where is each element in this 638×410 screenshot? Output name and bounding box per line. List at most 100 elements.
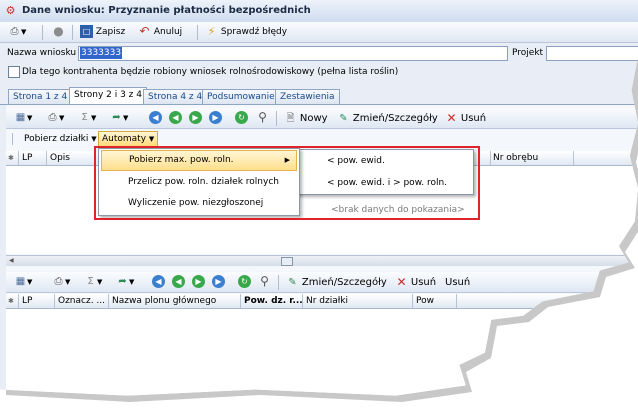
previous-record-icon: ◀ bbox=[169, 111, 182, 124]
grid-options-dropdown[interactable]: ▦ ▼ bbox=[12, 274, 34, 291]
search-button[interactable]: ⚲ bbox=[254, 110, 271, 127]
previous-record-icon: ◀ bbox=[172, 275, 185, 288]
delete-button[interactable]: ✕ Usuń bbox=[443, 110, 488, 127]
name-input[interactable]: 3333333 bbox=[78, 46, 508, 61]
first-record-button[interactable]: ◀ bbox=[147, 110, 164, 127]
delete-button[interactable]: ✕ Usuń bbox=[393, 274, 438, 291]
check-errors-button-label: Sprawdź błędy bbox=[220, 27, 288, 37]
grid-options-dropdown[interactable]: ▦ ▼ bbox=[12, 110, 34, 127]
floppy-disk-icon: □ bbox=[80, 25, 93, 38]
delete-button-label: Usuń bbox=[445, 277, 471, 288]
next-record-button[interactable]: ▶ bbox=[190, 274, 207, 291]
delete-button-label: Usuń bbox=[460, 113, 487, 124]
printer-icon: ⎙ bbox=[48, 112, 57, 123]
export-dropdown-button[interactable]: ➦ ▼ bbox=[108, 110, 130, 127]
next-record-button[interactable]: ▶ bbox=[187, 110, 204, 127]
first-record-icon: ◀ bbox=[149, 111, 162, 124]
check-errors-button[interactable]: ⚡ Sprawdź błędy bbox=[203, 24, 289, 41]
tab-strona-1[interactable]: Strona 1 z 4 bbox=[8, 89, 73, 105]
search-icon: ⚲ bbox=[258, 110, 267, 124]
column-header-nazwa-plonu[interactable]: Nazwa plonu głównego bbox=[109, 294, 241, 308]
export-icon: ➦ bbox=[112, 112, 121, 123]
refresh-button[interactable]: ↻ bbox=[233, 110, 250, 127]
dropdown-arrow-icon: ▼ bbox=[65, 278, 71, 286]
grid-options-icon: ▦ bbox=[15, 276, 26, 287]
printer-icon: ⎙ bbox=[54, 276, 63, 287]
window-title: Dane wniosku: Przyznanie płatności bezpo… bbox=[22, 5, 311, 16]
grid-options-icon: ▦ bbox=[15, 112, 26, 123]
fetch-plots-dropdown[interactable]: Pobierz działki ▼ bbox=[22, 131, 99, 148]
dropdown-arrow-icon: ▼ bbox=[27, 114, 33, 122]
save-button-label: Zapisz bbox=[95, 27, 126, 37]
dropdown-arrow-icon: ▼ bbox=[148, 135, 155, 143]
sum-dropdown-button[interactable]: Σ ▼ bbox=[82, 274, 104, 291]
print-dropdown-button[interactable]: ⎙ ▼ bbox=[6, 24, 28, 41]
scroll-left-arrow-icon[interactable]: ◀ bbox=[9, 257, 14, 264]
column-header-pow[interactable]: Pow bbox=[413, 294, 457, 308]
new-button[interactable]: 🗎 Nowy bbox=[282, 110, 330, 127]
dropdown-arrow-icon: ▼ bbox=[27, 278, 33, 286]
checkbox[interactable] bbox=[8, 66, 20, 78]
tab-label: Podsumowanie bbox=[207, 92, 275, 102]
column-header-nr-obrebu[interactable]: Nr obrębu bbox=[490, 151, 574, 165]
project-label: Projekt bbox=[512, 48, 544, 58]
search-button[interactable]: ⚲ bbox=[256, 274, 273, 291]
column-header-lp[interactable]: LP bbox=[19, 151, 47, 165]
last-record-button[interactable]: ▶ bbox=[207, 110, 224, 127]
lightning-icon: ⚡ bbox=[207, 25, 216, 38]
edit-details-button[interactable]: ✎ Zmień/Szczegóły bbox=[335, 110, 440, 127]
sigma-icon: Σ bbox=[81, 112, 88, 123]
toolbar-separator bbox=[197, 25, 198, 40]
previous-record-button[interactable]: ◀ bbox=[170, 274, 187, 291]
row-selector-icon: ✱ bbox=[6, 151, 19, 165]
circle-icon: ● bbox=[53, 24, 64, 38]
dropdown-arrow-icon: ▼ bbox=[129, 278, 135, 286]
delete-x-icon: ✕ bbox=[446, 111, 457, 125]
refresh-button[interactable]: ↻ bbox=[236, 274, 253, 291]
tab-podsumowanie[interactable]: Podsumowanie bbox=[202, 89, 280, 105]
edit-details-label: Zmień/Szczegóły bbox=[301, 277, 387, 288]
column-header-pow-dz[interactable]: Pow. dz. r... bbox=[241, 294, 303, 308]
first-record-button[interactable]: ◀ bbox=[150, 274, 167, 291]
highlight-frame bbox=[94, 146, 480, 220]
export-dropdown-button[interactable]: ➦ ▼ bbox=[114, 274, 136, 291]
delete-button-label: Usuń bbox=[410, 277, 437, 288]
next-record-icon: ▶ bbox=[189, 111, 202, 124]
tab-strona-4[interactable]: Strona 4 z 4 bbox=[143, 89, 208, 105]
dropdown-arrow-icon: ▼ bbox=[91, 135, 97, 143]
sum-dropdown-button[interactable]: Σ ▼ bbox=[76, 110, 98, 127]
scrollbar-thumb[interactable] bbox=[281, 257, 293, 266]
print-dropdown-button[interactable]: ⎙ ▼ bbox=[50, 274, 72, 291]
sigma-icon: Σ bbox=[87, 276, 94, 287]
last-record-button[interactable]: ▶ bbox=[210, 274, 227, 291]
print-dropdown-button[interactable]: ⎙ ▼ bbox=[44, 110, 66, 127]
project-input[interactable] bbox=[546, 46, 638, 61]
column-header-nr-dzialki[interactable]: Nr działki bbox=[303, 294, 413, 308]
tab-label: Strona 1 z 4 bbox=[13, 92, 68, 102]
edit-details-button[interactable]: ✎ Zmień/Szczegóły bbox=[284, 274, 389, 291]
last-record-icon: ▶ bbox=[212, 275, 225, 288]
tab-strony-2-3[interactable]: Strony 2 i 3 z 4 bbox=[69, 87, 147, 105]
row-selector-icon: ✱ bbox=[6, 294, 19, 308]
horizontal-scrollbar[interactable]: ◀ bbox=[6, 255, 638, 266]
next-record-icon: ▶ bbox=[192, 275, 205, 288]
fetch-plots-label: Pobierz działki bbox=[24, 134, 89, 144]
toolbar-separator bbox=[12, 133, 13, 145]
new-button-label: Nowy bbox=[299, 113, 328, 124]
app-icon: ⚙ bbox=[5, 4, 16, 17]
cancel-button[interactable]: ↶ Anuluj bbox=[136, 24, 184, 41]
export-icon: ➦ bbox=[118, 276, 127, 287]
previous-record-button[interactable]: ◀ bbox=[167, 110, 184, 127]
save-button[interactable]: □ Zapisz bbox=[78, 24, 127, 41]
column-header-oznaczenie[interactable]: Oznacz. ... bbox=[55, 294, 109, 308]
delete-button-secondary[interactable]: Usuń bbox=[443, 274, 472, 291]
toolbar-separator bbox=[72, 25, 73, 40]
tab-label: Strona 4 z 4 bbox=[148, 92, 203, 102]
cancel-button-label: Anuluj bbox=[153, 27, 183, 37]
dropdown-arrow-icon: ▼ bbox=[123, 114, 129, 122]
dropdown-arrow-icon: ▼ bbox=[21, 28, 27, 36]
tab-zestawienia[interactable]: Zestawienia bbox=[275, 89, 340, 105]
undo-icon: ↶ bbox=[139, 24, 150, 38]
column-header-lp[interactable]: LP bbox=[19, 294, 55, 308]
disabled-action-button[interactable]: ● bbox=[50, 24, 67, 41]
